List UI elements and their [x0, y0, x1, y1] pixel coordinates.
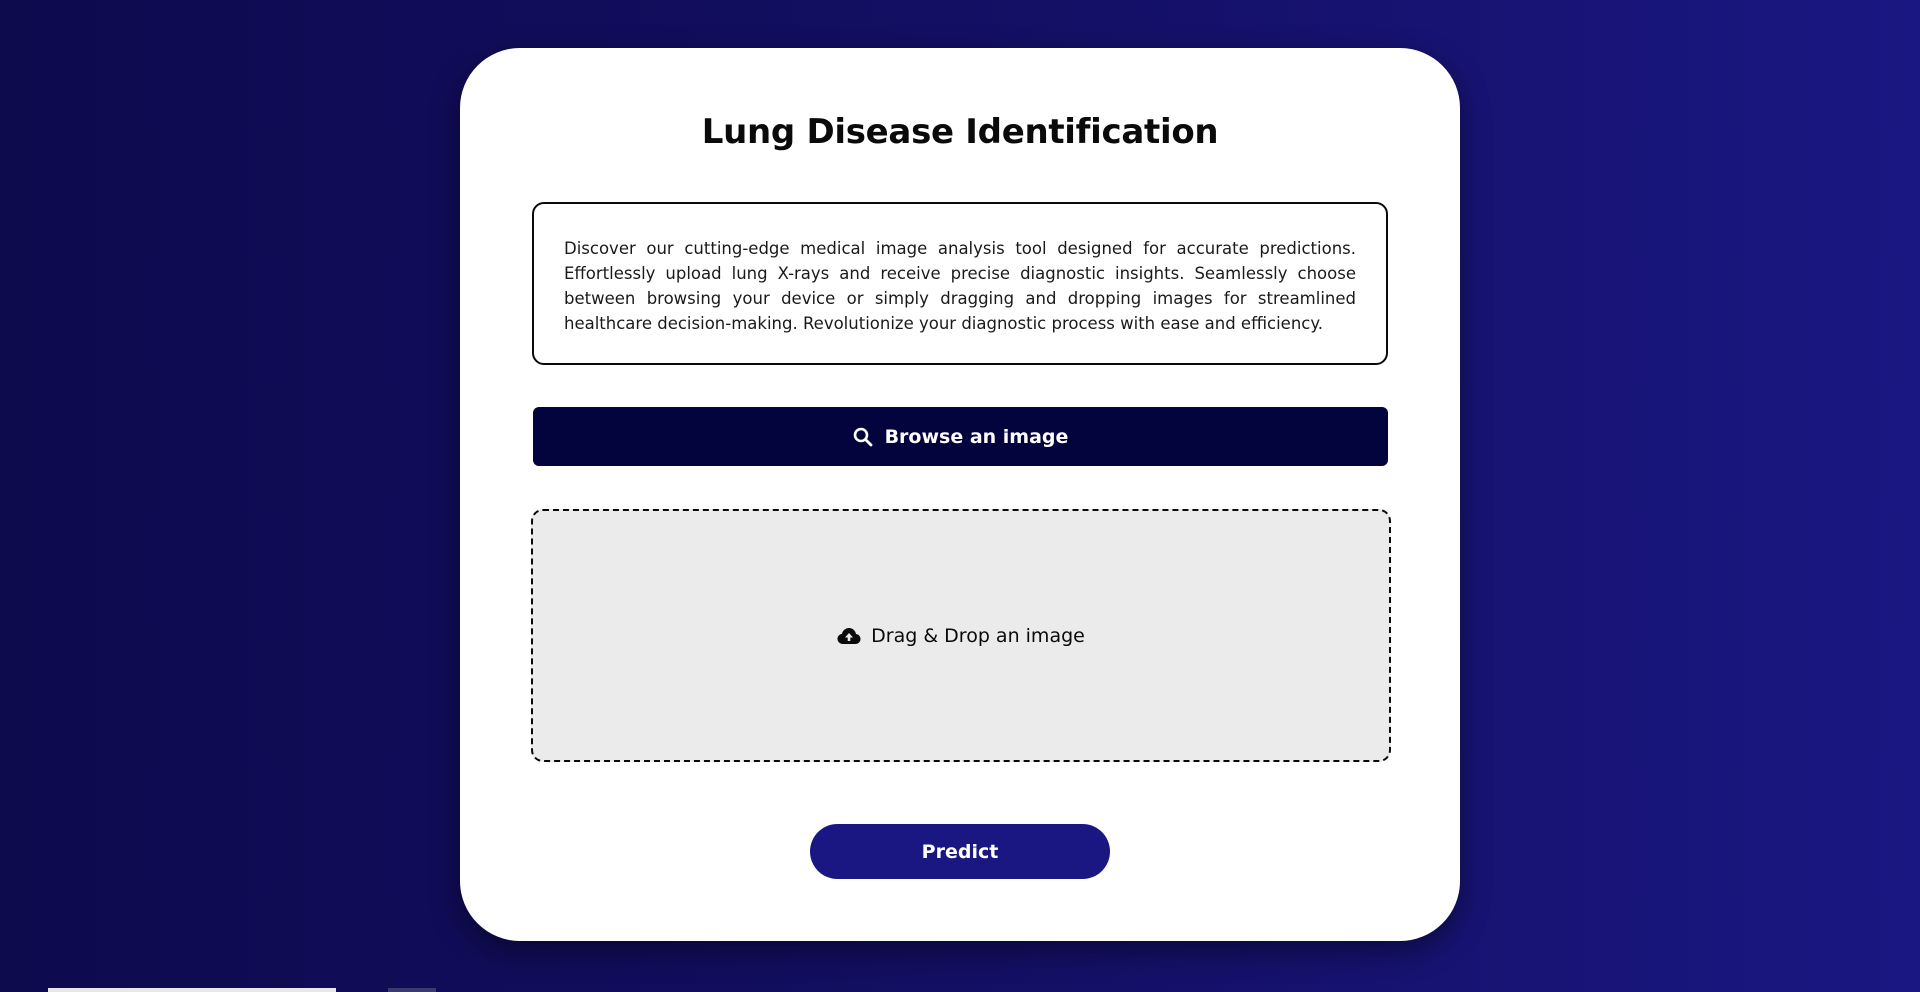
browse-image-button[interactable]: Browse an image	[533, 407, 1388, 466]
description-text: Discover our cutting-edge medical image …	[564, 239, 1356, 333]
horizontal-scrollbar-thumb[interactable]	[388, 988, 436, 992]
drag-drop-zone[interactable]: Drag & Drop an image	[531, 509, 1391, 762]
drop-zone-label: Drag & Drop an image	[871, 624, 1085, 647]
main-card: Lung Disease Identification Discover our…	[460, 48, 1460, 941]
predict-button[interactable]: Predict	[810, 824, 1110, 879]
browse-button-label: Browse an image	[884, 425, 1069, 448]
predict-button-label: Predict	[921, 840, 999, 863]
description-box: Discover our cutting-edge medical image …	[532, 202, 1388, 365]
horizontal-scrollbar-track[interactable]	[48, 988, 336, 992]
page-title: Lung Disease Identification	[701, 112, 1219, 152]
cloud-upload-icon	[837, 627, 861, 645]
search-icon	[853, 427, 873, 447]
